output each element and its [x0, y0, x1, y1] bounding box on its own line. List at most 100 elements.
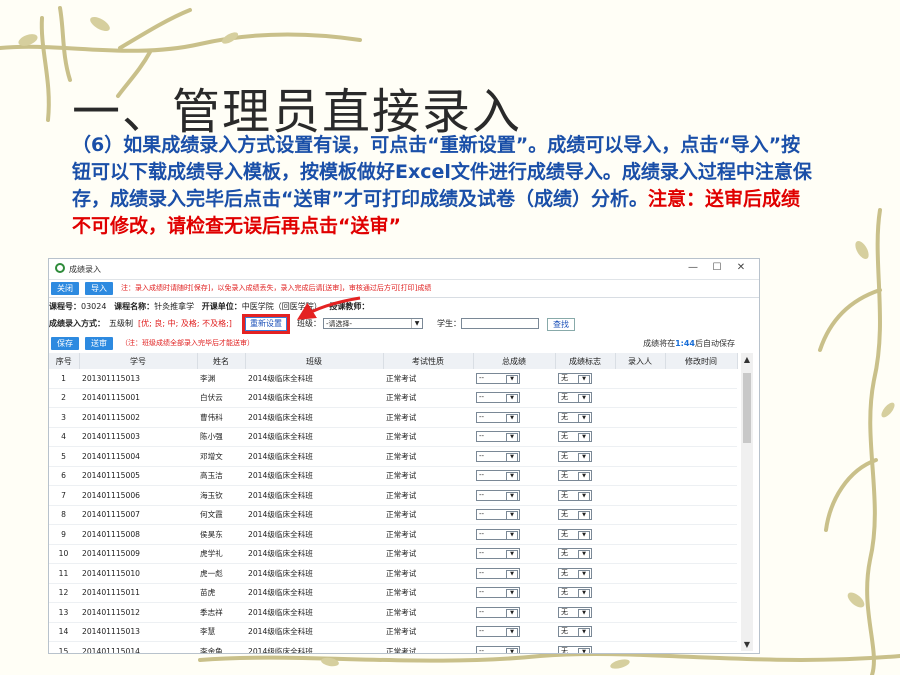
cell-no: 15	[49, 641, 79, 653]
cell-exam-type: 正常考试	[383, 369, 473, 389]
score-select[interactable]: -- ▼	[476, 548, 520, 560]
search-button[interactable]: 查找	[547, 318, 575, 331]
cell-score: -- ▼	[473, 466, 555, 486]
score-select[interactable]: -- ▼	[476, 606, 520, 618]
chevron-down-icon: ▼	[578, 394, 590, 404]
flag-select[interactable]: 无 ▼	[558, 548, 592, 560]
cell-no: 4	[49, 427, 79, 447]
score-select[interactable]: -- ▼	[476, 528, 520, 540]
chevron-down-icon: ▼	[506, 569, 518, 579]
close-icon[interactable]: ✕	[729, 261, 753, 275]
scrollbar[interactable]: ▲ ▼	[741, 353, 753, 651]
score-select-value: --	[479, 607, 485, 616]
score-select[interactable]: -- ▼	[476, 411, 520, 423]
cell-score: -- ▼	[473, 369, 555, 389]
chevron-down-icon: ▼	[506, 530, 518, 540]
score-select[interactable]: -- ▼	[476, 567, 520, 579]
flag-select[interactable]: 无 ▼	[558, 431, 592, 443]
cell-student-name: 李慧	[197, 622, 245, 642]
scroll-down-icon[interactable]: ▼	[741, 640, 753, 649]
cell-exam-type: 正常考试	[383, 407, 473, 428]
col-header-exam: 考试性质	[383, 353, 474, 369]
flag-select[interactable]: 无 ▼	[558, 587, 592, 599]
col-header-entered-by: 录入人	[615, 353, 666, 369]
score-select[interactable]: -- ▼	[476, 470, 520, 482]
import-button[interactable]: 导入	[85, 281, 113, 295]
flag-select[interactable]: 无 ▼	[558, 606, 592, 618]
flag-select[interactable]: 无 ▼	[558, 567, 592, 579]
flag-select[interactable]: 无 ▼	[558, 509, 592, 521]
class-select[interactable]: -请选择- ▼	[323, 318, 423, 329]
flag-select[interactable]: 无 ▼	[558, 470, 592, 482]
score-select[interactable]: -- ▼	[476, 509, 520, 521]
class-select-value: -请选择-	[326, 320, 353, 328]
reset-button[interactable]: 重新设置	[242, 314, 290, 334]
cell-flag: 无 ▼	[555, 544, 615, 564]
flag-select[interactable]: 无 ▼	[558, 392, 592, 404]
flag-select-value: 无	[561, 451, 568, 460]
cell-no: 3	[49, 407, 79, 428]
score-select-value: --	[479, 471, 485, 480]
cell-entered-by	[615, 407, 665, 428]
table-header: 序号 学号 姓名 班级 考试性质 总成绩 成绩标志 录入人 修改时间	[49, 353, 738, 369]
table-row: 7 201401115006 海玉钦 2014级临床全科班 正常考试 -- ▼ 无 ▼	[49, 485, 737, 506]
course-info: 课程号：03024 课程名称：针灸推拿学 开课单位：中医学院（回医学院） 授课教…	[49, 301, 369, 312]
score-select[interactable]: -- ▼	[476, 372, 520, 384]
cell-entered-by	[615, 544, 665, 564]
cell-modified-time	[665, 466, 737, 486]
col-header-modified: 修改时间	[665, 353, 738, 369]
cell-no: 12	[49, 583, 79, 603]
submit-note: （注：班级成绩全部录入完毕后才能送审）	[121, 339, 254, 347]
scroll-up-icon[interactable]: ▲	[741, 355, 753, 364]
chevron-down-icon: ▼	[506, 511, 518, 521]
cell-score: -- ▼	[473, 446, 555, 467]
window-title: 成绩录入	[69, 265, 101, 274]
cell-modified-time	[665, 602, 737, 623]
cell-entered-by	[615, 602, 665, 623]
cell-modified-time	[665, 407, 737, 428]
cell-exam-type: 正常考试	[383, 563, 473, 584]
cell-score: -- ▼	[473, 388, 555, 408]
score-select[interactable]: -- ▼	[476, 489, 520, 501]
cell-student-name: 苗虎	[197, 583, 245, 603]
cell-no: 14	[49, 622, 79, 642]
flag-select[interactable]: 无 ▼	[558, 528, 592, 540]
flag-select[interactable]: 无 ▼	[558, 645, 592, 653]
flag-select[interactable]: 无 ▼	[558, 450, 592, 462]
cell-flag: 无 ▼	[555, 388, 615, 408]
save-button[interactable]: 保存	[51, 336, 79, 350]
score-select-value: --	[479, 588, 485, 597]
grade-table: 序号 学号 姓名 班级 考试性质 总成绩 成绩标志 录入人 修改时间 1 2013…	[49, 353, 738, 653]
course-name: 针灸推拿学	[154, 302, 195, 311]
score-select[interactable]: -- ▼	[476, 392, 520, 404]
window-titlebar: 成绩录入 — ☐ ✕	[49, 259, 759, 280]
cell-exam-type: 正常考试	[383, 485, 473, 506]
score-select[interactable]: -- ▼	[476, 431, 520, 443]
score-select[interactable]: -- ▼	[476, 450, 520, 462]
col-header-no: 序号	[49, 353, 80, 369]
student-input[interactable]	[461, 318, 539, 329]
flag-select[interactable]: 无 ▼	[558, 489, 592, 501]
chevron-down-icon: ▼	[578, 550, 590, 560]
flag-select-value: 无	[561, 490, 568, 499]
maximize-icon[interactable]: ☐	[705, 261, 729, 275]
cell-no: 7	[49, 485, 79, 506]
cell-entered-by	[615, 524, 665, 545]
autosave-status: 成绩将在1:44后自动保存	[643, 338, 735, 349]
minimize-icon[interactable]: —	[681, 261, 705, 275]
submit-button[interactable]: 送审	[85, 336, 113, 350]
flag-select[interactable]: 无 ▼	[558, 411, 592, 423]
score-select[interactable]: -- ▼	[476, 645, 520, 653]
score-select[interactable]: -- ▼	[476, 626, 520, 638]
flag-select[interactable]: 无 ▼	[558, 372, 592, 384]
cell-modified-time	[665, 427, 737, 447]
score-select[interactable]: -- ▼	[476, 587, 520, 599]
cell-entered-by	[615, 369, 665, 389]
flag-select-value: 无	[561, 471, 568, 480]
flag-select[interactable]: 无 ▼	[558, 626, 592, 638]
close-button[interactable]: 关闭	[51, 281, 79, 295]
divider	[49, 297, 759, 298]
cell-no: 9	[49, 524, 79, 545]
cell-score: -- ▼	[473, 485, 555, 506]
scroll-thumb[interactable]	[743, 373, 751, 443]
